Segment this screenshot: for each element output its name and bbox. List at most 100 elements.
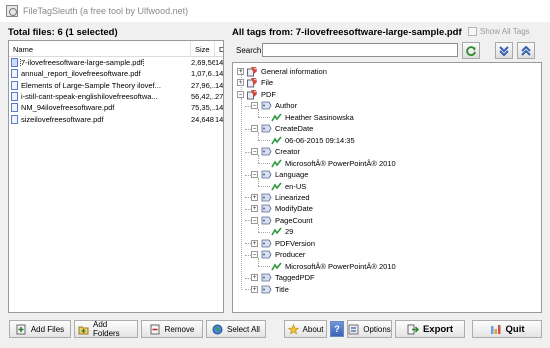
file-row[interactable]: i-still-cant-speak-englishilovefreesoftw… [9, 91, 223, 102]
file-row[interactable]: Elements of Large-Sample Theory ilovef..… [9, 80, 223, 91]
expander-minus-icon[interactable]: − [251, 148, 258, 156]
pdf-file-icon [11, 69, 18, 79]
show-all-tags-label: Show All Tags [480, 27, 530, 36]
tree-node-tag[interactable]: − Producer [251, 249, 305, 260]
search-input[interactable] [262, 43, 458, 57]
file-row[interactable]: NM_94ilovefreesoftware.pdf 75,35,...14 [9, 102, 223, 113]
tree-node-tag[interactable]: − PageCount [251, 215, 313, 226]
expander-plus-icon[interactable]: + [251, 274, 258, 282]
tree-connector [245, 197, 251, 199]
tag-icon [261, 239, 272, 248]
tree-connector [245, 254, 251, 256]
tree-node-tag[interactable]: − CreateDate [251, 123, 313, 134]
tree-node-tag[interactable]: + Title [251, 284, 289, 295]
file-name: sizeilovefreesoftware.pdf [21, 114, 104, 124]
tree-node-tag[interactable]: + Linearized [251, 192, 310, 203]
file-name: i-still-cant-speak-englishilovefreesoftw… [21, 92, 158, 102]
help-button[interactable]: ? [330, 321, 344, 337]
expander-plus-icon[interactable]: + [251, 239, 258, 247]
tree-node-tag[interactable]: − Language [251, 169, 308, 180]
checkbox-box[interactable] [468, 27, 477, 36]
file-date: 14 [215, 69, 223, 79]
collapse-all-button[interactable] [517, 42, 535, 59]
tree-connector [245, 243, 251, 245]
expand-all-button[interactable] [495, 42, 513, 59]
select-all-button[interactable]: Select All [206, 320, 266, 338]
tree-node-label: CreateDate [275, 124, 314, 134]
tree-node-label: ModifyDate [275, 204, 313, 214]
file-name: 7-ilovefreesoftware-large-sample.pdf [20, 58, 144, 68]
tree-node-tag[interactable]: + ModifyDate [251, 203, 313, 214]
tag-icon [261, 170, 272, 179]
tree-connector [258, 186, 270, 187]
expander-plus-icon[interactable]: + [251, 193, 258, 201]
tree-node-label: Producer [275, 250, 306, 260]
expander-minus-icon[interactable]: − [251, 125, 258, 133]
about-label: About [302, 324, 324, 334]
expander-plus-icon[interactable]: + [251, 285, 258, 293]
tag-tree[interactable]: + General information + File − PDF − Author Heat… [232, 62, 542, 313]
tree-node-pdf[interactable]: − PDF [237, 89, 276, 100]
tree-node-label: File [261, 78, 274, 88]
chevrons-down-icon [499, 45, 509, 56]
file-size: 24,648 [191, 114, 214, 124]
quit-label: Quit [505, 323, 525, 335]
expander-minus-icon[interactable]: − [251, 102, 258, 110]
tree-node-value[interactable]: MicrosoftÂ® PowerPointÂ® 2010 [271, 261, 396, 272]
tree-node-value[interactable]: MicrosoftÂ® PowerPointÂ® 2010 [271, 158, 396, 169]
column-header-size[interactable]: Size [191, 41, 215, 57]
file-row[interactable]: 7-ilovefreesoftware-large-sample.pdf 2,69… [9, 57, 223, 68]
show-all-tags-checkbox[interactable]: Show All Tags [468, 27, 530, 36]
tree-node-file[interactable]: + File [237, 77, 273, 88]
tree-connector [258, 140, 270, 142]
tree-node-label: en-US [285, 181, 307, 191]
file-list[interactable]: Name Size Da 7-ilovefreesoftware-large-s… [8, 40, 224, 313]
about-button[interactable]: About [284, 320, 327, 338]
tag-icon [261, 250, 272, 259]
tree-connector [245, 174, 251, 176]
refresh-icon [466, 45, 476, 56]
column-header-date[interactable]: Da [215, 41, 223, 57]
add-folders-button[interactable]: Add Folders [74, 320, 138, 338]
tree-node-value[interactable]: Heather Sasinowska [271, 112, 354, 123]
file-size: 56,42,... [191, 92, 215, 102]
quit-button[interactable]: Quit [472, 320, 542, 338]
tree-connector [245, 105, 251, 107]
value-icon [271, 113, 282, 122]
file-name: NM_94ilovefreesoftware.pdf [21, 103, 115, 113]
tree-node-general-information[interactable]: + General information [237, 66, 327, 77]
file-date: 14 [215, 80, 223, 90]
expander-plus-icon[interactable]: + [251, 205, 258, 213]
tree-connector [258, 163, 270, 165]
tree-node-tag[interactable]: + TaggedPDF [251, 272, 315, 283]
expander-minus-icon[interactable]: − [251, 171, 258, 179]
remove-label: Remove [164, 324, 195, 334]
expander-minus-icon[interactable]: − [237, 90, 244, 98]
add-files-button[interactable]: Add Files [9, 320, 71, 338]
tree-node-value[interactable]: 29 [271, 226, 293, 237]
file-row[interactable]: annual_report_ilovefreesoftware.pdf 1,07,… [9, 68, 223, 79]
window-title: FileTagSleuth (a free tool by Ulfwood.ne… [23, 6, 189, 16]
tree-node-value[interactable]: 06-06-2015 09:14:35 [271, 135, 355, 146]
tree-connector [258, 132, 259, 141]
export-button[interactable]: Export [395, 320, 465, 338]
tree-node-label: TaggedPDF [275, 273, 315, 283]
value-icon [271, 136, 282, 145]
refresh-button[interactable] [462, 42, 480, 59]
file-row[interactable]: sizeilovefreesoftware.pdf 24,648 14 [9, 113, 223, 124]
app-window: FileTagSleuth (a free tool by Ulfwood.ne… [0, 0, 550, 348]
column-header-name[interactable]: Name [9, 41, 191, 57]
remove-button[interactable]: Remove [141, 320, 203, 338]
pdf-file-icon [11, 103, 18, 113]
star-icon [287, 323, 299, 334]
tree-node-label: PageCount [275, 215, 313, 225]
expander-minus-icon[interactable]: − [251, 216, 258, 224]
tree-node-value[interactable]: en-US [271, 181, 306, 192]
expander-minus-icon[interactable]: − [251, 251, 258, 259]
tree-node-label: MicrosoftÂ® PowerPointÂ® 2010 [285, 158, 396, 168]
options-icon [348, 324, 359, 334]
options-button[interactable]: Options [347, 320, 392, 338]
file-rows: 7-ilovefreesoftware-large-sample.pdf 2,69… [9, 57, 223, 125]
tree-connector [258, 178, 259, 186]
tree-node-tag[interactable]: + PDFVersion [251, 238, 315, 249]
